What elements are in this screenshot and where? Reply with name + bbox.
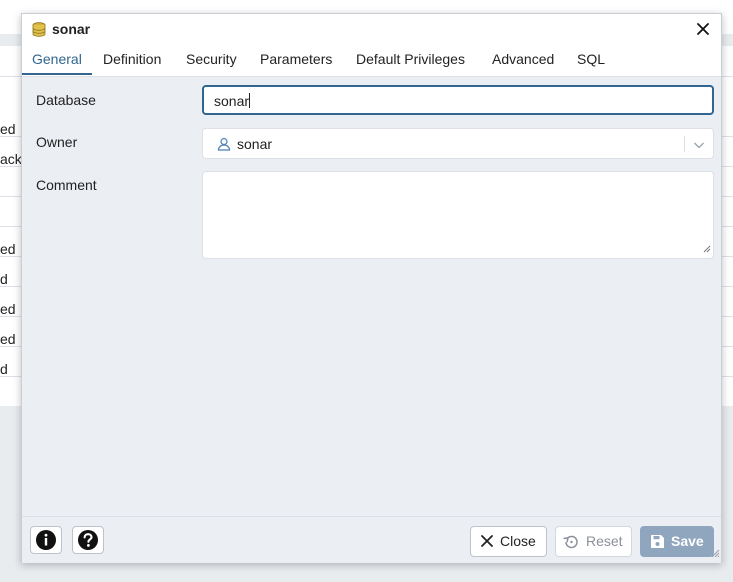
tab-security[interactable]: Security bbox=[176, 45, 247, 75]
chevron-down-icon[interactable] bbox=[693, 138, 705, 154]
reset-icon bbox=[563, 535, 578, 549]
database-icon bbox=[32, 22, 46, 40]
close-icon[interactable] bbox=[695, 21, 711, 37]
reset-button-label: Reset bbox=[586, 533, 623, 549]
close-button[interactable]: Close bbox=[470, 526, 547, 557]
tab-default-privileges[interactable]: Default Privileges bbox=[346, 45, 475, 75]
database-label: Database bbox=[36, 92, 96, 108]
dialog-tabs: General Definition Security Parameters D… bbox=[22, 45, 721, 77]
create-database-dialog: sonar General Definition Security Parame… bbox=[21, 13, 722, 563]
table-cell: ed bbox=[0, 331, 16, 347]
dialog-title-bar[interactable]: sonar bbox=[22, 14, 721, 46]
save-button[interactable]: Save bbox=[640, 526, 714, 557]
tab-sql[interactable]: SQL bbox=[567, 45, 615, 75]
database-name-input[interactable]: sonar bbox=[202, 85, 714, 115]
owner-value: sonar bbox=[237, 136, 273, 152]
dialog-title: sonar bbox=[52, 21, 91, 37]
table-cell: ed bbox=[0, 121, 16, 137]
table-cell: ed bbox=[0, 301, 16, 317]
user-icon bbox=[217, 137, 231, 154]
reset-button[interactable]: Reset bbox=[555, 526, 632, 557]
select-divider bbox=[684, 136, 685, 152]
table-cell: ed bbox=[0, 241, 16, 257]
owner-select[interactable]: sonar bbox=[202, 128, 714, 159]
dialog-resize-handle-icon[interactable] bbox=[710, 545, 720, 561]
tab-parameters[interactable]: Parameters bbox=[250, 45, 342, 75]
tab-advanced[interactable]: Advanced bbox=[482, 45, 564, 75]
comment-textarea[interactable] bbox=[202, 171, 714, 259]
comment-label: Comment bbox=[36, 177, 97, 193]
help-button[interactable] bbox=[72, 526, 104, 554]
table-cell: d bbox=[0, 271, 8, 287]
owner-label: Owner bbox=[36, 134, 78, 150]
close-icon bbox=[481, 535, 493, 547]
resize-grip-icon[interactable] bbox=[703, 240, 711, 256]
save-button-label: Save bbox=[671, 533, 704, 549]
close-button-label: Close bbox=[500, 533, 536, 549]
save-icon bbox=[651, 535, 664, 548]
table-cell: ack bbox=[0, 151, 22, 167]
info-button[interactable] bbox=[30, 526, 62, 554]
tab-general[interactable]: General bbox=[22, 45, 92, 75]
database-name-value: sonar bbox=[214, 93, 250, 109]
table-cell: d bbox=[0, 361, 8, 377]
text-caret bbox=[249, 93, 251, 108]
tab-definition[interactable]: Definition bbox=[93, 45, 171, 75]
dialog-footer: Close Reset Save bbox=[22, 516, 721, 563]
